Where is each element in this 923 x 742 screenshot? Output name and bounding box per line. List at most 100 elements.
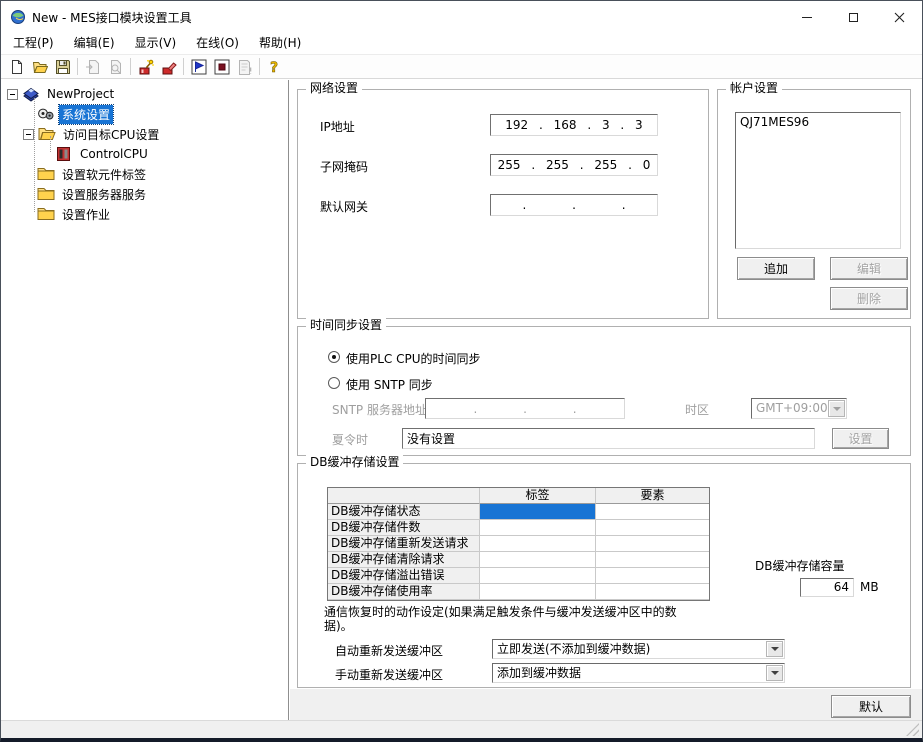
account-edit-button[interactable]: 编辑	[830, 257, 908, 280]
account-list[interactable]: QJ71MES96	[735, 112, 901, 249]
account-add-button[interactable]: 追加	[737, 257, 815, 280]
module-diagnostics-button[interactable]	[233, 56, 256, 78]
tree-item-label[interactable]: 访问目标CPU设置	[60, 125, 162, 144]
element-cell[interactable]	[596, 520, 709, 536]
dropdown-button[interactable]	[828, 400, 845, 417]
sntp-sync-radio[interactable]	[328, 377, 340, 389]
module-diagnostics-icon	[237, 59, 253, 75]
db-capacity-field[interactable]: 64	[800, 578, 854, 597]
subnet-mask-field[interactable]: 255 . 255 . 255 . 0	[490, 154, 658, 176]
header-cell-element: 要素	[596, 488, 709, 504]
save-button[interactable]	[51, 56, 74, 78]
new-project-button[interactable]	[5, 56, 28, 78]
sntp-server-label: SNTP 服务器地址	[332, 401, 427, 418]
settings-form: 网络设置 IP地址 192 . 168 . 3 . 3 子网掩码 255 . 2…	[290, 80, 923, 689]
menu-help[interactable]: 帮助(H)	[249, 33, 311, 54]
tag-cell[interactable]	[480, 520, 596, 536]
group-title: DB缓冲存储设置	[306, 455, 403, 469]
db-buffer-table: 标签 要素 DB缓冲存储状态 DB缓冲存储件数 DB缓冲存储重新发送请求	[327, 487, 710, 601]
titlebar[interactable]: New - MES接口模块设置工具	[1, 1, 922, 33]
table-row: DB缓冲存储清除请求	[328, 552, 709, 568]
table-row: DB缓冲存储重新发送请求	[328, 536, 709, 552]
close-button[interactable]	[876, 1, 922, 33]
table-row: DB缓冲存储状态	[328, 504, 709, 520]
online-stop-button[interactable]	[210, 56, 233, 78]
menu-project[interactable]: 工程(P)	[3, 33, 64, 54]
help-button[interactable]: ?	[263, 56, 286, 78]
dropdown-button[interactable]	[766, 665, 783, 681]
default-gateway-field[interactable]: . . .	[490, 194, 658, 216]
resize-grip-icon[interactable]	[906, 723, 919, 736]
online-start-button[interactable]	[187, 56, 210, 78]
write-to-module-icon	[138, 59, 154, 75]
minimize-button[interactable]	[784, 1, 830, 33]
auto-resend-dropdown[interactable]: 立即发送(不添加到缓冲数据)	[492, 639, 785, 659]
dropdown-button[interactable]	[766, 641, 783, 657]
ip-address-label: IP地址	[320, 118, 355, 135]
db-capacity-unit: MB	[860, 580, 879, 594]
menu-online[interactable]: 在线(O)	[186, 33, 249, 54]
maximize-button[interactable]	[830, 1, 876, 33]
tree-item-label[interactable]: ControlCPU	[77, 146, 151, 162]
tree-item-jobs[interactable]: 设置作业	[1, 204, 288, 224]
copy-button[interactable]	[81, 56, 104, 78]
project-icon	[22, 86, 40, 102]
tree-item-label[interactable]: NewProject	[44, 86, 117, 102]
tag-cell[interactable]	[480, 568, 596, 584]
timezone-label: 时区	[685, 401, 709, 418]
element-cell[interactable]	[596, 568, 709, 584]
tree-item-device-tags[interactable]: 设置软元件标签	[1, 164, 288, 184]
manual-resend-dropdown[interactable]: 添加到缓冲数据	[492, 663, 785, 683]
tree-item-server-services[interactable]: 设置服务器服务	[1, 184, 288, 204]
write-to-module-button[interactable]	[134, 56, 157, 78]
tree-item-label-selected[interactable]: 系统设置	[59, 105, 113, 124]
menu-edit[interactable]: 编辑(E)	[64, 33, 125, 54]
tag-cell-selected[interactable]	[480, 504, 596, 520]
tree-item-target-cpu[interactable]: 访问目标CPU设置	[1, 124, 288, 144]
element-cell[interactable]	[596, 504, 709, 520]
menubar: 工程(P) 编辑(E) 显示(V) 在线(O) 帮助(H)	[1, 33, 922, 54]
tree-item-controlcpu[interactable]: ControlCPU	[1, 144, 288, 164]
collapse-icon[interactable]	[23, 129, 34, 140]
tree-item-newproject[interactable]: NewProject	[1, 84, 288, 104]
element-cell[interactable]	[596, 536, 709, 552]
tree-item-label[interactable]: 设置作业	[59, 205, 113, 224]
header-cell	[328, 488, 480, 504]
time-sync-group: 时间同步设置 使用PLC CPU的时间同步 使用 SNTP 同步 SNTP 服务…	[297, 326, 911, 456]
minimize-icon	[802, 17, 812, 18]
table-header-row: 标签 要素	[328, 488, 709, 504]
tag-cell[interactable]	[480, 584, 596, 600]
collapse-icon[interactable]	[7, 89, 18, 100]
tag-cell[interactable]	[480, 536, 596, 552]
account-list-item[interactable]: QJ71MES96	[740, 115, 896, 129]
timezone-dropdown[interactable]: GMT+09:00	[751, 398, 847, 419]
project-tree: NewProject 系统设置 访问目标CPU设置	[1, 80, 289, 720]
open-project-button[interactable]	[28, 56, 51, 78]
tree-item-label[interactable]: 设置软元件标签	[59, 165, 149, 184]
sntp-server-field[interactable]: . . .	[425, 398, 625, 419]
dst-label: 夏令时	[332, 431, 368, 448]
erase-module-button[interactable]	[157, 56, 180, 78]
db-capacity-label: DB缓冲存储容量	[755, 557, 844, 574]
menu-view[interactable]: 显示(V)	[125, 33, 187, 54]
manual-resend-label: 手动重新发送缓冲区	[335, 666, 443, 683]
ip-address-field[interactable]: 192 . 168 . 3 . 3	[490, 114, 658, 136]
element-cell[interactable]	[596, 552, 709, 568]
account-delete-button[interactable]: 删除	[830, 287, 908, 310]
element-cell[interactable]	[596, 584, 709, 600]
tag-cell[interactable]	[480, 552, 596, 568]
maximize-icon	[849, 13, 858, 22]
tree-item-system-settings[interactable]: 系统设置	[1, 104, 288, 124]
verify-button[interactable]	[104, 56, 127, 78]
row-label: DB缓冲存储溢出错误	[328, 568, 480, 584]
manual-resend-value: 添加到缓冲数据	[493, 664, 784, 682]
svg-text:?: ?	[270, 60, 278, 75]
default-button[interactable]: 默认	[831, 695, 911, 718]
plc-time-sync-radio[interactable]	[328, 351, 340, 363]
dst-set-button[interactable]: 设置	[832, 428, 889, 449]
close-icon	[894, 12, 905, 23]
row-label: DB缓冲存储重新发送请求	[328, 536, 480, 552]
erase-module-icon	[161, 59, 177, 75]
tree-item-label[interactable]: 设置服务器服务	[59, 185, 149, 204]
dst-field[interactable]: 没有设置	[402, 428, 815, 449]
